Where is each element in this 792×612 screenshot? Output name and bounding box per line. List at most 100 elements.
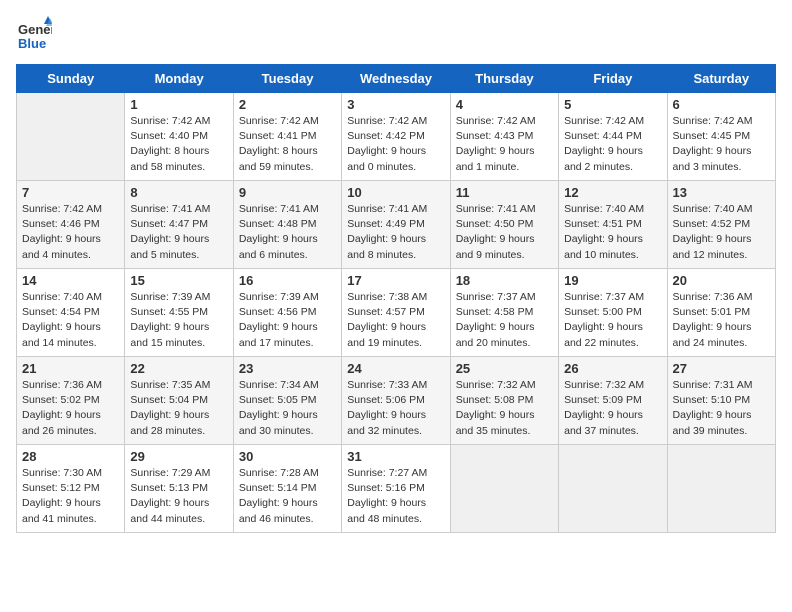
day-number: 4: [456, 97, 553, 112]
day-info: Sunrise: 7:40 AMSunset: 4:51 PMDaylight:…: [564, 202, 661, 263]
calendar-cell: [17, 93, 125, 181]
logo: General Blue: [16, 16, 56, 52]
svg-text:Blue: Blue: [18, 36, 46, 51]
calendar-cell: 2 Sunrise: 7:42 AMSunset: 4:41 PMDaylight…: [233, 93, 341, 181]
day-info: Sunrise: 7:39 AMSunset: 4:55 PMDaylight:…: [130, 290, 227, 351]
day-info: Sunrise: 7:39 AMSunset: 4:56 PMDaylight:…: [239, 290, 336, 351]
day-number: 10: [347, 185, 444, 200]
calendar-cell: 31Sunrise: 7:27 AMSunset: 5:16 PMDayligh…: [342, 445, 450, 533]
calendar-cell: 30 Sunrise: 7:28 AMSunset: 5:14 PMDayligh…: [233, 445, 341, 533]
day-number: 16: [239, 273, 336, 288]
calendar-week-5: 28 Sunrise: 7:30 AMSunset: 5:12 PMDayligh…: [17, 445, 776, 533]
calendar-cell: 24 Sunrise: 7:33 AMSunset: 5:06 PMDayligh…: [342, 357, 450, 445]
day-number: 21: [22, 361, 119, 376]
day-info: Sunrise: 7:32 AMSunset: 5:09 PMDaylight:…: [564, 378, 661, 439]
calendar-cell: [667, 445, 775, 533]
calendar-cell: 4 Sunrise: 7:42 AMSunset: 4:43 PMDaylight…: [450, 93, 558, 181]
day-number: 26: [564, 361, 661, 376]
calendar-cell: 20 Sunrise: 7:36 AMSunset: 5:01 PMDayligh…: [667, 269, 775, 357]
day-number: 13: [673, 185, 770, 200]
calendar-week-3: 14 Sunrise: 7:40 AMSunset: 4:54 PMDayligh…: [17, 269, 776, 357]
calendar-cell: 17Sunrise: 7:38 AMSunset: 4:57 PMDayligh…: [342, 269, 450, 357]
day-info: Sunrise: 7:42 AMSunset: 4:46 PMDaylight:…: [22, 202, 119, 263]
day-number: 20: [673, 273, 770, 288]
logo-icon: General Blue: [16, 16, 52, 52]
calendar-cell: 26 Sunrise: 7:32 AMSunset: 5:09 PMDayligh…: [559, 357, 667, 445]
day-info: Sunrise: 7:42 AMSunset: 4:44 PMDaylight:…: [564, 114, 661, 175]
calendar-cell: 25 Sunrise: 7:32 AMSunset: 5:08 PMDayligh…: [450, 357, 558, 445]
calendar-cell: 18Sunrise: 7:37 AMSunset: 4:58 PMDayligh…: [450, 269, 558, 357]
day-number: 3: [347, 97, 444, 112]
calendar-cell: 28 Sunrise: 7:30 AMSunset: 5:12 PMDayligh…: [17, 445, 125, 533]
column-header-thursday: Thursday: [450, 65, 558, 93]
day-number: 11: [456, 185, 553, 200]
day-number: 28: [22, 449, 119, 464]
day-info: Sunrise: 7:37 AMSunset: 4:58 PMDaylight:…: [456, 290, 553, 351]
day-info: Sunrise: 7:36 AMSunset: 5:01 PMDaylight:…: [673, 290, 770, 351]
day-info: Sunrise: 7:42 AMSunset: 4:41 PMDaylight:…: [239, 114, 336, 175]
day-info: Sunrise: 7:30 AMSunset: 5:12 PMDaylight:…: [22, 466, 119, 527]
calendar-cell: 14 Sunrise: 7:40 AMSunset: 4:54 PMDayligh…: [17, 269, 125, 357]
day-info: Sunrise: 7:40 AMSunset: 4:54 PMDaylight:…: [22, 290, 119, 351]
day-number: 17: [347, 273, 444, 288]
day-number: 25: [456, 361, 553, 376]
calendar-week-4: 21Sunrise: 7:36 AMSunset: 5:02 PMDayligh…: [17, 357, 776, 445]
day-info: Sunrise: 7:41 AMSunset: 4:48 PMDaylight:…: [239, 202, 336, 263]
calendar-cell: 22 Sunrise: 7:35 AMSunset: 5:04 PMDayligh…: [125, 357, 233, 445]
day-info: Sunrise: 7:41 AMSunset: 4:50 PMDaylight:…: [456, 202, 553, 263]
day-info: Sunrise: 7:34 AMSunset: 5:05 PMDaylight:…: [239, 378, 336, 439]
day-info: Sunrise: 7:37 AMSunset: 5:00 PMDaylight:…: [564, 290, 661, 351]
day-info: Sunrise: 7:33 AMSunset: 5:06 PMDaylight:…: [347, 378, 444, 439]
day-info: Sunrise: 7:42 AMSunset: 4:43 PMDaylight:…: [456, 114, 553, 175]
calendar-week-2: 7Sunrise: 7:42 AMSunset: 4:46 PMDaylight…: [17, 181, 776, 269]
day-info: Sunrise: 7:42 AMSunset: 4:45 PMDaylight:…: [673, 114, 770, 175]
calendar-cell: 27Sunrise: 7:31 AMSunset: 5:10 PMDayligh…: [667, 357, 775, 445]
calendar-cell: 23 Sunrise: 7:34 AMSunset: 5:05 PMDayligh…: [233, 357, 341, 445]
calendar-cell: 8Sunrise: 7:41 AMSunset: 4:47 PMDaylight…: [125, 181, 233, 269]
calendar-cell: 3 Sunrise: 7:42 AMSunset: 4:42 PMDaylight…: [342, 93, 450, 181]
day-info: Sunrise: 7:42 AMSunset: 4:42 PMDaylight:…: [347, 114, 444, 175]
column-header-friday: Friday: [559, 65, 667, 93]
day-number: 19: [564, 273, 661, 288]
calendar-cell: 11 Sunrise: 7:41 AMSunset: 4:50 PMDayligh…: [450, 181, 558, 269]
day-number: 6: [673, 97, 770, 112]
day-number: 30: [239, 449, 336, 464]
day-number: 31: [347, 449, 444, 464]
calendar-cell: 6 Sunrise: 7:42 AMSunset: 4:45 PMDaylight…: [667, 93, 775, 181]
day-number: 22: [130, 361, 227, 376]
day-info: Sunrise: 7:35 AMSunset: 5:04 PMDaylight:…: [130, 378, 227, 439]
calendar-cell: 5 Sunrise: 7:42 AMSunset: 4:44 PMDaylight…: [559, 93, 667, 181]
day-number: 24: [347, 361, 444, 376]
calendar-cell: 21Sunrise: 7:36 AMSunset: 5:02 PMDayligh…: [17, 357, 125, 445]
calendar-header-row: SundayMondayTuesdayWednesdayThursdayFrid…: [17, 65, 776, 93]
calendar-cell: 1 Sunrise: 7:42 AMSunset: 4:40 PMDaylight…: [125, 93, 233, 181]
calendar-cell: [450, 445, 558, 533]
day-number: 29: [130, 449, 227, 464]
day-number: 27: [673, 361, 770, 376]
day-info: Sunrise: 7:41 AMSunset: 4:49 PMDaylight:…: [347, 202, 444, 263]
day-info: Sunrise: 7:41 AMSunset: 4:47 PMDaylight:…: [130, 202, 227, 263]
calendar-table: SundayMondayTuesdayWednesdayThursdayFrid…: [16, 64, 776, 533]
day-number: 15: [130, 273, 227, 288]
header: General Blue: [16, 16, 776, 52]
day-number: 1: [130, 97, 227, 112]
calendar-cell: [559, 445, 667, 533]
calendar-cell: 19 Sunrise: 7:37 AMSunset: 5:00 PMDayligh…: [559, 269, 667, 357]
column-header-monday: Monday: [125, 65, 233, 93]
calendar-cell: 9Sunrise: 7:41 AMSunset: 4:48 PMDaylight…: [233, 181, 341, 269]
day-info: Sunrise: 7:29 AMSunset: 5:13 PMDaylight:…: [130, 466, 227, 527]
day-info: Sunrise: 7:42 AMSunset: 4:40 PMDaylight:…: [130, 114, 227, 175]
day-number: 14: [22, 273, 119, 288]
day-info: Sunrise: 7:28 AMSunset: 5:14 PMDaylight:…: [239, 466, 336, 527]
day-info: Sunrise: 7:32 AMSunset: 5:08 PMDaylight:…: [456, 378, 553, 439]
calendar-cell: 12Sunrise: 7:40 AMSunset: 4:51 PMDayligh…: [559, 181, 667, 269]
calendar-cell: 15 Sunrise: 7:39 AMSunset: 4:55 PMDayligh…: [125, 269, 233, 357]
day-number: 5: [564, 97, 661, 112]
column-header-wednesday: Wednesday: [342, 65, 450, 93]
calendar-cell: 13Sunrise: 7:40 AMSunset: 4:52 PMDayligh…: [667, 181, 775, 269]
column-header-sunday: Sunday: [17, 65, 125, 93]
day-number: 2: [239, 97, 336, 112]
calendar-cell: 16 Sunrise: 7:39 AMSunset: 4:56 PMDayligh…: [233, 269, 341, 357]
calendar-cell: 29 Sunrise: 7:29 AMSunset: 5:13 PMDayligh…: [125, 445, 233, 533]
day-number: 23: [239, 361, 336, 376]
